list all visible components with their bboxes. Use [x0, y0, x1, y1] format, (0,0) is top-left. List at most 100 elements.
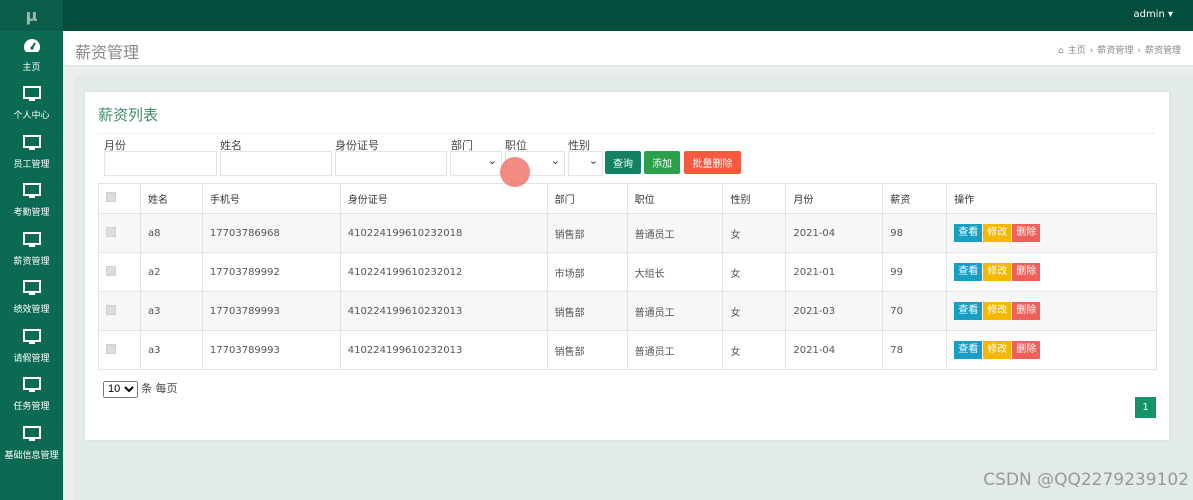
page-title: 薪资管理 — [75, 43, 140, 62]
monitor-icon — [22, 183, 41, 205]
home-icon: ⌂ — [1058, 46, 1064, 56]
delete-button[interactable]: 删除 — [1012, 224, 1041, 242]
cursor-highlight — [500, 157, 530, 187]
sidebar-item-label: 个人中心 — [13, 111, 50, 122]
row-checkbox[interactable] — [106, 343, 116, 354]
page-size-select[interactable]: 10 — [103, 380, 138, 398]
breadcrumb-item[interactable]: 薪资管理 — [1097, 46, 1133, 56]
table-row: a2 17703789992 410224199610232012 市场部 大组长女 20… — [98, 252, 1157, 292]
sidebar-item-label: 任务管理 — [13, 402, 50, 413]
add-button[interactable]: 添加 — [644, 151, 680, 174]
logo: μ — [0, 0, 63, 31]
view-button[interactable]: 查看 — [954, 302, 983, 320]
table-cell: 普通员工 — [626, 213, 724, 253]
sidebar-item-6[interactable]: 请假管理 — [0, 322, 63, 371]
column-header: 身份证号 — [339, 183, 548, 214]
table-row: a3 17703789993 410224199610232013 销售部 普通员工女 2… — [98, 291, 1157, 331]
page-1-button[interactable]: 1 — [1135, 397, 1156, 418]
view-button[interactable]: 查看 — [954, 263, 983, 281]
sidebar-item-5[interactable]: 绩效管理 — [0, 274, 63, 323]
sidebar-item-label: 请假管理 — [13, 353, 50, 364]
sidebar-item-label: 员工管理 — [13, 159, 50, 170]
table-cell: 女 — [722, 291, 787, 331]
table-cell: 17703789992 — [201, 252, 341, 292]
table-cell: 70 — [882, 291, 948, 331]
salary-card: 薪资列表 月份 姓名 身份证号 部门 职位 性别 查询 添加 批量删除 姓名手机… — [85, 92, 1169, 440]
table-cell: 女 — [722, 252, 787, 292]
table-cell: a3 — [139, 291, 203, 331]
edit-button[interactable]: 修改 — [983, 263, 1012, 281]
edit-button[interactable]: 修改 — [983, 302, 1012, 320]
table-cell: 2021-01 — [785, 252, 884, 292]
salary-table: 姓名 手机号 身份证号 部门 职位 性别 月份 薪资 操作 a8 17703786968 41022… — [98, 183, 1157, 370]
sidebar-item-label: 薪资管理 — [13, 256, 50, 267]
edit-button[interactable]: 修改 — [983, 224, 1012, 242]
table-cell: 2021-04 — [785, 330, 884, 370]
sidebar-item-label: 主页 — [22, 62, 41, 73]
table-cell: 销售部 — [546, 291, 628, 331]
table-cell: 17703789993 — [201, 291, 341, 331]
table-cell: 女 — [722, 330, 787, 370]
table-cell: 78 — [882, 330, 948, 370]
page-size: 10条 每页 — [103, 380, 178, 398]
sidebar-item-8[interactable]: 基础信息管理 — [0, 419, 63, 468]
table-cell: 销售部 — [546, 330, 628, 370]
table-cell: a2 — [139, 252, 203, 292]
sidebar-item-label: 考勤管理 — [13, 208, 50, 219]
gender-select[interactable] — [568, 151, 603, 176]
table-cell: 410224199610232013 — [339, 291, 548, 331]
watermark: CSDN @QQ2279239102 — [983, 470, 1189, 490]
edit-button[interactable]: 修改 — [983, 341, 1012, 359]
table-cell: 2021-03 — [785, 291, 884, 331]
search-button[interactable]: 查询 — [605, 151, 641, 174]
name-input[interactable] — [220, 151, 332, 176]
column-header: 月份 — [785, 183, 884, 214]
table-row: a8 17703786968 410224199610232018 销售部 普通员工女 2… — [98, 213, 1157, 253]
sidebar-item-1[interactable]: 个人中心 — [0, 80, 63, 129]
table-cell: a8 — [139, 213, 203, 253]
table-cell: 99 — [882, 252, 948, 292]
column-header: 姓名 — [139, 183, 203, 214]
table-cell: a3 — [139, 330, 203, 370]
sidebar-item-label: 基础信息管理 — [4, 450, 59, 461]
delete-button[interactable]: 删除 — [1012, 302, 1041, 320]
table-cell: 普通员工 — [626, 291, 724, 331]
table-cell: 销售部 — [546, 213, 628, 253]
batch-delete-button[interactable]: 批量删除 — [684, 151, 741, 174]
view-button[interactable]: 查看 — [954, 341, 983, 359]
row-checkbox[interactable] — [106, 226, 116, 237]
dashboard-icon — [23, 38, 41, 60]
sidebar-item-2[interactable]: 员工管理 — [0, 128, 63, 177]
user-menu[interactable]: admin ▾ — [1133, 9, 1173, 20]
sidebar-item-4[interactable]: 薪资管理 — [0, 225, 63, 274]
table-cell: 98 — [882, 213, 948, 253]
id-input[interactable] — [335, 151, 447, 176]
month-input[interactable] — [104, 151, 217, 176]
row-checkbox[interactable] — [106, 265, 116, 276]
page-size-label: 条 每页 — [141, 382, 178, 395]
page-header: 薪资管理 ⌂ 主页 › 薪资管理 › 薪资管理 — [63, 31, 1193, 66]
select-all-checkbox[interactable] — [106, 192, 116, 202]
view-button[interactable]: 查看 — [954, 224, 983, 242]
column-header: 部门 — [546, 183, 628, 214]
sidebar-item-3[interactable]: 考勤管理 — [0, 177, 63, 226]
row-checkbox[interactable] — [106, 304, 116, 315]
table-cell: 410224199610232012 — [339, 252, 548, 292]
table-cell: 女 — [722, 213, 787, 253]
monitor-icon — [22, 328, 41, 351]
table-row: a3 17703789993 410224199610232013 销售部 普通员工女 2… — [98, 330, 1157, 370]
delete-button[interactable]: 删除 — [1012, 263, 1041, 281]
sidebar-item-7[interactable]: 任务管理 — [0, 371, 63, 420]
delete-button[interactable]: 删除 — [1012, 341, 1041, 359]
table-cell: 410224199610232018 — [339, 213, 548, 253]
dept-select[interactable] — [450, 151, 502, 176]
column-header: 职位 — [626, 183, 724, 214]
sidebar-item-0[interactable]: 主页 — [0, 31, 63, 80]
column-header: 薪资 — [882, 183, 948, 214]
table-cell: 2021-04 — [785, 213, 884, 253]
topbar: admin ▾ — [63, 0, 1193, 31]
breadcrumb-home[interactable]: 主页 — [1068, 46, 1086, 56]
table-cell: 410224199610232013 — [339, 330, 548, 370]
monitor-icon — [22, 86, 41, 108]
monitor-icon — [22, 377, 41, 399]
